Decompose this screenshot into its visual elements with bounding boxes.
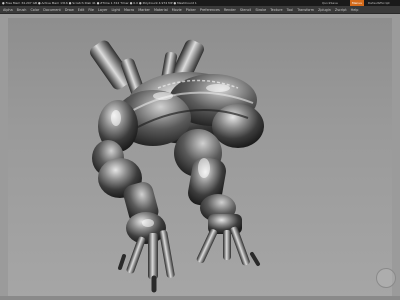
menu-item-alpha[interactable]: Alpha [3, 8, 13, 12]
robot-sculpt [90, 39, 264, 293]
menu-item-marker[interactable]: Marker [138, 8, 150, 12]
menu-item-color[interactable]: Color [30, 8, 39, 12]
menu-item-draw[interactable]: Draw [65, 8, 74, 12]
menu-item-brush[interactable]: Brush [17, 8, 27, 12]
menu-item-light[interactable]: Light [111, 8, 119, 12]
menu-item-edit[interactable]: Edit [78, 8, 85, 12]
menu-item-zscript[interactable]: Zscript [335, 8, 347, 12]
menu-item-stroke[interactable]: Stroke [255, 8, 266, 12]
menu-item-material[interactable]: Material [154, 8, 168, 12]
menu-item-render[interactable]: Render [224, 8, 236, 12]
bottom-shelf [0, 296, 400, 300]
menu-item-texture[interactable]: Texture [270, 8, 282, 12]
canvas-frame [0, 14, 400, 300]
main-menubar: Alpha Brush Color Document Draw Edit File Layer… [0, 6, 400, 14]
menu-item-help[interactable]: Help [351, 8, 359, 12]
menu-item-movie[interactable]: Movie [172, 8, 182, 12]
navigation-sphere-icon[interactable] [376, 268, 396, 288]
menu-item-picker[interactable]: Picker [186, 8, 196, 12]
menu-item-document[interactable]: Document [43, 8, 61, 12]
menu-item-preferences[interactable]: Preferences [200, 8, 220, 12]
menu-item-file[interactable]: File [88, 8, 94, 12]
right-leg [174, 129, 260, 266]
left-leg [98, 158, 175, 293]
menu-item-tool[interactable]: Tool [287, 8, 294, 12]
menu-item-macro[interactable]: Macro [124, 8, 134, 12]
document-canvas[interactable] [8, 18, 396, 300]
menu-item-zplugin[interactable]: Zplugin [318, 8, 331, 12]
menu-item-transform[interactable]: Transform [297, 8, 314, 12]
menu-item-stencil[interactable]: Stencil [240, 8, 251, 12]
menu-item-layer[interactable]: Layer [98, 8, 107, 12]
